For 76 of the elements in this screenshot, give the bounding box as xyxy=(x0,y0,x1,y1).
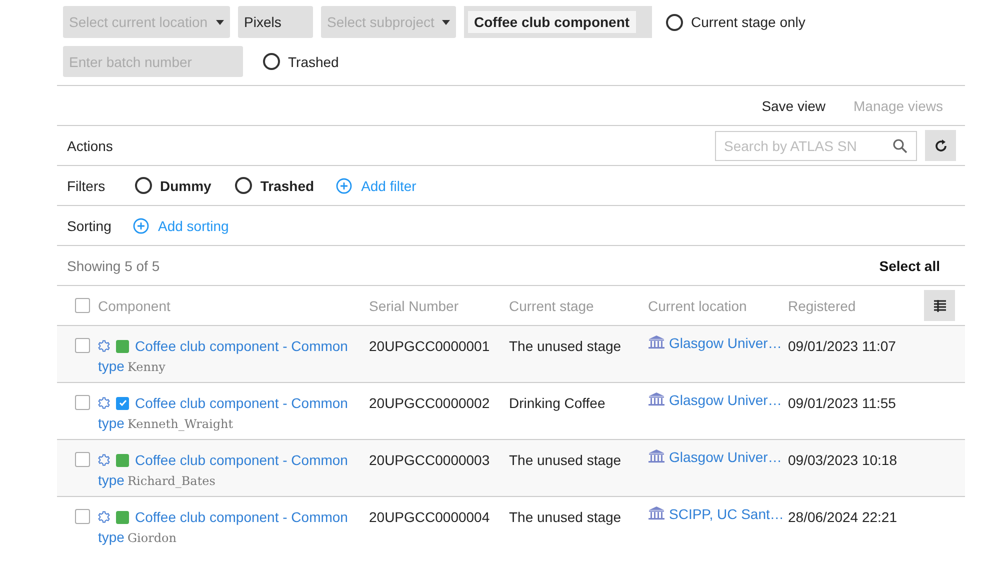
location-link[interactable]: Glasgow Univer… xyxy=(669,392,782,408)
building-icon xyxy=(648,335,665,349)
manage-views-link[interactable]: Manage views xyxy=(844,98,955,114)
add-sorting-link[interactable]: Add sorting xyxy=(133,218,229,234)
row-checkbox[interactable] xyxy=(75,509,90,524)
stage-text: The unused stage xyxy=(509,338,622,354)
location-link[interactable]: Glasgow Univer… xyxy=(669,335,782,351)
column-header[interactable]: Registered xyxy=(788,298,856,314)
gear-icon xyxy=(98,340,110,352)
stage-text: The unused stage xyxy=(509,509,622,525)
owner-name: Richard_Bates xyxy=(127,474,216,488)
caret-icon xyxy=(442,20,450,24)
serial-number: 20UPGCC0000004 xyxy=(369,509,490,525)
registered-date: 28/06/2024 22:21 xyxy=(788,509,897,525)
gear-icon xyxy=(98,397,110,409)
select-all-checkbox[interactable] xyxy=(75,298,90,313)
stage-text: Drinking Coffee xyxy=(509,395,606,411)
component-type-select[interactable]: Coffee club component xyxy=(464,6,652,38)
component-type-text: type xyxy=(98,358,124,374)
add-icon xyxy=(133,218,149,234)
refresh-icon xyxy=(934,138,948,152)
column-header[interactable]: Current location xyxy=(648,298,747,314)
trashed-radio[interactable]: Trashed xyxy=(263,53,339,70)
component-type-chip[interactable]: Coffee club component xyxy=(468,11,636,33)
stage-text: The unused stage xyxy=(509,452,622,468)
serial-number: 20UPGCC0000003 xyxy=(369,452,490,468)
component-link[interactable]: Coffee club component - Common xyxy=(135,338,348,354)
component-type-text: type xyxy=(98,415,124,431)
registered-date: 09/01/2023 11:55 xyxy=(788,395,896,411)
add-filter-link[interactable]: Add filter xyxy=(336,178,416,194)
filter-radio[interactable]: Trashed xyxy=(235,177,314,194)
actions-label: Actions xyxy=(67,138,113,154)
refresh-button[interactable] xyxy=(925,130,956,161)
location-link[interactable]: Glasgow Univer… xyxy=(669,449,782,465)
owner-name: Giordon xyxy=(127,531,176,545)
current-stage-radio[interactable]: Current stage only xyxy=(666,14,806,30)
building-icon xyxy=(648,392,665,406)
building-icon xyxy=(648,506,665,520)
component-link[interactable]: Coffee club component - Common xyxy=(135,509,348,525)
gear-icon xyxy=(98,511,110,523)
column-header[interactable]: Component xyxy=(98,298,170,314)
serial-number: 20UPGCC0000001 xyxy=(369,338,490,354)
registered-date: 09/01/2023 11:07 xyxy=(788,338,896,354)
column-header[interactable]: Serial Number xyxy=(369,298,458,314)
location-link[interactable]: SCIPP, UC Sant… xyxy=(669,506,784,522)
sorting-label: Sorting xyxy=(67,218,112,234)
list-icon xyxy=(934,300,946,312)
row-checkbox[interactable] xyxy=(75,338,90,353)
registered-date: 09/03/2023 10:18 xyxy=(788,452,897,468)
column-header[interactable]: Current stage xyxy=(509,298,594,314)
owner-name: Kenny xyxy=(127,360,166,374)
row-checkbox[interactable] xyxy=(75,452,90,467)
filters-label: Filters xyxy=(67,178,106,194)
owner-name: Kenneth_Wraight xyxy=(127,417,234,431)
component-link[interactable]: Coffee club component - Common xyxy=(135,452,348,468)
component-link[interactable]: Coffee club component - Common xyxy=(135,395,348,411)
columns-button[interactable] xyxy=(924,290,955,321)
project-select[interactable]: Pixels xyxy=(238,6,313,38)
caret-icon xyxy=(216,20,224,24)
check-icon xyxy=(118,398,128,408)
save-view-link[interactable]: Save view xyxy=(744,98,844,114)
status-checkbox[interactable] xyxy=(116,396,129,410)
serial-number: 20UPGCC0000002 xyxy=(369,395,490,411)
add-icon xyxy=(336,178,352,194)
status-checkbox[interactable] xyxy=(116,340,129,352)
component-type-text: type xyxy=(98,529,124,545)
status-checkbox[interactable] xyxy=(116,454,129,466)
status-checkbox[interactable] xyxy=(116,510,129,524)
component-type-text: type xyxy=(98,472,124,488)
select-all-link[interactable]: Select all xyxy=(879,258,940,274)
filter-radio[interactable]: Dummy xyxy=(135,177,212,194)
results-count: Showing 5 of 5 xyxy=(67,258,160,274)
search-icon xyxy=(892,138,908,154)
building-icon xyxy=(648,449,665,463)
gear-icon xyxy=(98,454,110,466)
row-checkbox[interactable] xyxy=(75,395,90,410)
